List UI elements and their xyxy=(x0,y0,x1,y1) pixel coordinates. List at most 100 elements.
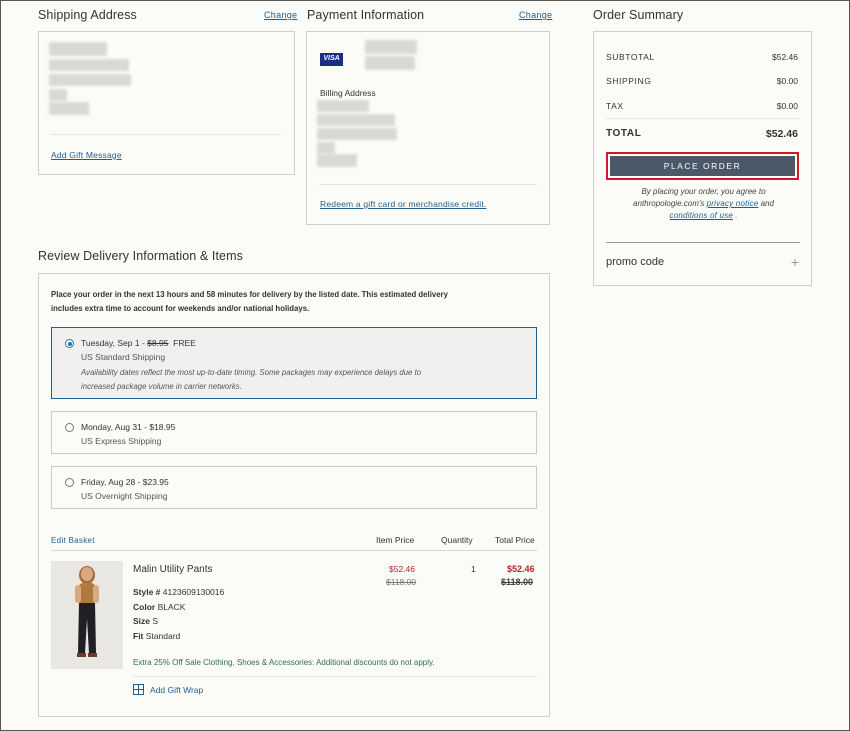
delivery-notice: Place your order in the next 13 hours an… xyxy=(51,288,541,316)
divider xyxy=(51,550,537,551)
add-gift-wrap-link[interactable]: Add Gift Wrap xyxy=(150,685,203,695)
payment-information-box: VISA Billing Address Redeem a gift card … xyxy=(306,31,550,225)
tax-value: $0.00 xyxy=(776,101,798,111)
col-quantity: Quantity xyxy=(441,535,473,545)
shipping-option-overnight[interactable]: Friday, Aug 28 - $23.95 US Overnight Shi… xyxy=(51,466,537,509)
redacted-phone xyxy=(49,102,89,115)
item-price-original: $118.00 xyxy=(386,577,417,587)
col-item-price: Item Price xyxy=(376,535,415,545)
payment-change-link[interactable]: Change xyxy=(519,10,552,20)
standard-date-prefix: Tuesday, Sep 1 - xyxy=(81,338,148,348)
redacted-card-number xyxy=(365,40,417,54)
product-color: Color BLACK xyxy=(133,600,224,615)
divider xyxy=(51,134,281,135)
redacted-billing-street-2 xyxy=(317,128,397,140)
total-price-sale: $52.46 xyxy=(507,564,535,574)
terms-and: and xyxy=(760,199,774,208)
item-quantity: 1 xyxy=(471,564,476,574)
shipping-address-title: Shipping Address xyxy=(38,8,137,22)
total-label: TOTAL xyxy=(606,128,642,139)
delivery-notice-line-1: Place your order in the next 13 hours an… xyxy=(51,290,448,299)
radio-standard-shipping[interactable] xyxy=(65,339,74,348)
redacted-billing-street xyxy=(317,114,395,126)
visa-card-icon: VISA xyxy=(320,53,343,66)
divider xyxy=(606,242,800,243)
terms-line-3: conditions of use . xyxy=(594,210,813,222)
redacted-billing-city xyxy=(317,142,335,154)
shipping-label: SHIPPING xyxy=(606,76,652,86)
shipping-address-box: Add Gift Message xyxy=(38,31,295,175)
shipping-value: $0.00 xyxy=(776,76,798,86)
redacted-city xyxy=(49,89,67,101)
standard-shipping-note: Availability dates reflect the most up-t… xyxy=(81,366,421,394)
overnight-shipping-date: Friday, Aug 28 - $23.95 xyxy=(81,477,169,487)
redacted-name xyxy=(49,42,107,56)
review-delivery-title: Review Delivery Information & Items xyxy=(38,249,243,263)
delivery-notice-line-2: includes extra time to account for weeke… xyxy=(51,304,310,313)
divider xyxy=(133,676,537,677)
standard-old-price: $8.95 xyxy=(147,338,169,348)
redacted-street xyxy=(49,59,129,71)
color-label: Color xyxy=(133,601,156,612)
terms-line-2: anthropologie.com's privacy notice and xyxy=(594,198,813,210)
color-value: BLACK xyxy=(157,601,186,612)
product-fit: Fit Standard xyxy=(133,629,224,644)
billing-address-label: Billing Address xyxy=(320,88,376,98)
terms-site-name: anthropologie.com's xyxy=(633,199,705,208)
redacted-card-expiry xyxy=(365,56,415,70)
fit-value: Standard xyxy=(145,630,181,641)
divider xyxy=(606,118,800,119)
terms-line-1: By placing your order, you agree to xyxy=(641,187,766,196)
product-size: Size S xyxy=(133,614,224,629)
size-value: S xyxy=(152,616,159,626)
tax-label: TAX xyxy=(606,101,624,111)
style-value: 4123609130016 xyxy=(162,587,225,597)
product-figure-illustration xyxy=(75,566,99,657)
express-shipping-date: Monday, Aug 31 - $18.95 xyxy=(81,422,176,432)
shipping-option-standard[interactable]: Tuesday, Sep 1 - $8.95 FREE US Standard … xyxy=(51,327,537,399)
terms-agreement-text: By placing your order, you agree to anth… xyxy=(594,186,813,222)
radio-express-shipping[interactable] xyxy=(65,423,74,432)
order-summary-box: SUBTOTAL $52.46 SHIPPING $0.00 TAX $0.00… xyxy=(593,31,812,286)
add-gift-message-link[interactable]: Add Gift Message xyxy=(51,150,122,160)
express-shipping-method: US Express Shipping xyxy=(81,436,162,446)
subtotal-value: $52.46 xyxy=(772,52,798,62)
conditions-of-use-link[interactable]: conditions of use xyxy=(670,211,733,220)
redacted-billing-name xyxy=(317,100,369,112)
redeem-gift-card-link[interactable]: Redeem a gift card or merchandise credit… xyxy=(320,199,486,209)
redacted-billing-phone xyxy=(317,154,357,167)
gift-wrap-icon[interactable] xyxy=(133,684,144,695)
privacy-notice-link[interactable]: privacy notice xyxy=(707,199,759,208)
product-details: Style # 4123609130016 Color BLACK Size S… xyxy=(133,585,224,643)
fit-label: Fit xyxy=(133,630,144,641)
overnight-shipping-method: US Overnight Shipping xyxy=(81,491,168,501)
standard-shipping-date: Tuesday, Sep 1 - $8.95 FREE xyxy=(81,338,196,348)
divider xyxy=(319,184,537,185)
promo-discount-message: Extra 25% Off Sale Clothing, Shoes & Acc… xyxy=(133,658,435,667)
col-total-price: Total Price xyxy=(495,535,535,545)
total-value: $52.46 xyxy=(765,128,798,140)
promo-code-label[interactable]: promo code xyxy=(606,256,664,268)
standard-new-price: FREE xyxy=(173,338,196,348)
place-order-button[interactable]: PLACE ORDER xyxy=(606,152,799,180)
item-price-sale: $52.46 xyxy=(389,564,415,574)
product-name[interactable]: Malin Utility Pants xyxy=(133,564,212,575)
product-style: Style # 4123609130016 xyxy=(133,585,224,600)
product-image[interactable] xyxy=(51,561,123,669)
order-summary-title: Order Summary xyxy=(593,8,684,22)
redacted-street-2 xyxy=(49,74,131,86)
payment-information-title: Payment Information xyxy=(307,8,425,22)
standard-shipping-method: US Standard Shipping xyxy=(81,352,166,362)
size-label: Size xyxy=(133,616,151,626)
standard-note-line-1: Availability dates reflect the most up-t… xyxy=(81,368,422,377)
radio-overnight-shipping[interactable] xyxy=(65,478,74,487)
total-price-original: $118.00 xyxy=(501,577,534,587)
shipping-change-link[interactable]: Change xyxy=(264,10,297,20)
standard-note-line-2: increased package volume in carrier netw… xyxy=(81,382,242,391)
terms-period: . xyxy=(735,211,738,220)
promo-code-expand-icon[interactable]: + xyxy=(791,254,799,270)
edit-basket-link[interactable]: Edit Basket xyxy=(51,536,95,545)
review-delivery-box: Place your order in the next 13 hours an… xyxy=(38,273,550,717)
shipping-option-express[interactable]: Monday, Aug 31 - $18.95 US Express Shipp… xyxy=(51,411,537,454)
subtotal-label: SUBTOTAL xyxy=(606,52,655,62)
